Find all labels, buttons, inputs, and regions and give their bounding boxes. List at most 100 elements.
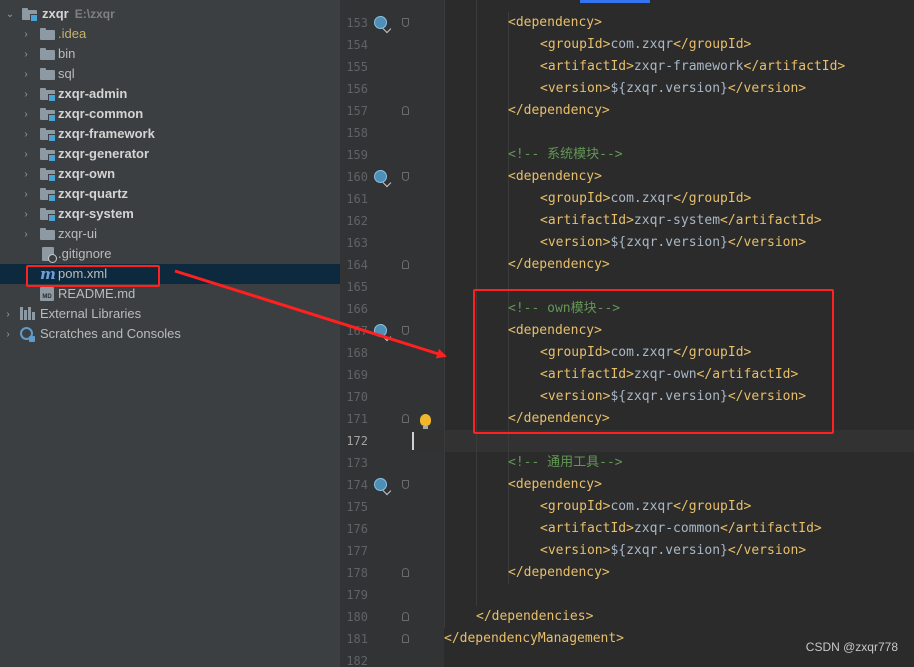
tree-item-zxqr-own[interactable]: › zxqr-own <box>0 164 340 184</box>
code-line[interactable]: <groupId>com.zxqr</groupId> <box>540 342 751 364</box>
xml-value: ${zxqr.version} <box>610 235 728 250</box>
code-line[interactable]: </dependency> <box>508 408 610 430</box>
intention-bulb-icon[interactable] <box>420 414 431 429</box>
project-panel: ⌄ zxqr E:\zxqr › .idea › bin › sql › zxqr-admin ›… <box>0 0 340 667</box>
xml-close-tag: </version> <box>727 543 807 558</box>
fold-open-icon[interactable] <box>402 480 409 489</box>
fold-open-icon[interactable] <box>402 172 409 181</box>
fold-close-icon[interactable] <box>402 634 409 643</box>
line-number: 173 <box>346 456 368 470</box>
navigate-dependency-icon[interactable] <box>374 16 387 29</box>
tree-item-zxqr-common[interactable]: › zxqr-common <box>0 104 340 124</box>
xml-value: zxqr-system <box>633 213 721 228</box>
chevron-right-icon[interactable]: › <box>20 44 32 64</box>
xml-close-tag: </version> <box>727 81 807 96</box>
tree-root[interactable]: ⌄ zxqr E:\zxqr <box>0 4 340 24</box>
tree-item-zxqr-system[interactable]: › zxqr-system <box>0 204 340 224</box>
tree-item-external-libraries[interactable]: › External Libraries <box>0 304 340 324</box>
navigate-dependency-icon[interactable] <box>374 324 387 337</box>
tree-item-sql[interactable]: › sql <box>0 64 340 84</box>
line-number: 165 <box>346 280 368 294</box>
module-folder-icon <box>40 207 56 222</box>
code-line[interactable]: <groupId>com.zxqr</groupId> <box>540 496 751 518</box>
tree-item-zxqr-generator[interactable]: › zxqr-generator <box>0 144 340 164</box>
code-line[interactable]: <version>${zxqr.version}</version> <box>540 232 806 254</box>
xml-comment: <!-- own模块--> <box>508 301 621 316</box>
code-line[interactable]: <version>${zxqr.version}</version> <box>540 78 806 100</box>
xml-tag: <dependency> <box>508 477 602 492</box>
maven-file-icon: m <box>40 265 56 283</box>
xml-close-tag: </groupId> <box>673 37 752 52</box>
chevron-down-icon[interactable]: ⌄ <box>4 4 16 24</box>
chevron-right-icon[interactable]: › <box>20 164 32 184</box>
chevron-right-icon[interactable]: › <box>20 184 32 204</box>
fold-close-icon[interactable] <box>402 612 409 621</box>
code-line[interactable]: <version>${zxqr.version}</version> <box>540 540 806 562</box>
tree-item-pom-xml[interactable]: m pom.xml <box>0 264 340 284</box>
tree-item-zxqr-quartz[interactable]: › zxqr-quartz <box>0 184 340 204</box>
tree-item-label: zxqr-quartz <box>58 186 129 201</box>
code-line[interactable]: <version>${zxqr.version}</version> <box>540 386 806 408</box>
fold-open-icon[interactable] <box>402 326 409 335</box>
code-line[interactable]: <artifactId>zxqr-common</artifactId> <box>540 518 822 540</box>
tree-item-readme-md[interactable]: MD README.md <box>0 284 340 304</box>
xml-value: ${zxqr.version} <box>610 389 728 404</box>
module-folder-icon <box>40 127 56 142</box>
xml-close-tag: </version> <box>727 235 807 250</box>
code-line[interactable]: </dependency> <box>508 100 610 122</box>
current-line-highlight <box>412 430 914 452</box>
chevron-right-icon[interactable]: › <box>20 84 32 104</box>
code-line[interactable]: </dependencies> <box>476 606 593 628</box>
tree-item-zxqr-admin[interactable]: › zxqr-admin <box>0 84 340 104</box>
chevron-right-icon[interactable]: › <box>2 304 14 324</box>
xml-open-tag: <groupId> <box>540 191 611 206</box>
code-line[interactable]: </dependencyManagement> <box>444 628 624 650</box>
chevron-right-icon[interactable]: › <box>20 224 32 244</box>
code-line[interactable]: <dependency> <box>508 166 602 188</box>
line-number: 172 <box>346 434 368 448</box>
xml-value: zxqr-common <box>633 521 721 536</box>
code-line[interactable]: </dependency> <box>508 254 610 276</box>
code-line[interactable]: <!-- 系统模块--> <box>508 144 623 166</box>
code-line[interactable]: <dependency> <box>508 12 602 34</box>
chevron-right-icon[interactable]: › <box>20 24 32 44</box>
tree-item-label: zxqr-generator <box>58 146 150 161</box>
code-line[interactable]: <artifactId>zxqr-framework</artifactId> <box>540 56 845 78</box>
fold-close-icon[interactable] <box>402 414 409 423</box>
tree-item-label: Scratches and Consoles <box>40 326 181 341</box>
tree-root-label: zxqr <box>42 6 69 21</box>
chevron-right-icon[interactable]: › <box>20 144 32 164</box>
fold-close-icon[interactable] <box>402 568 409 577</box>
code-line[interactable]: <dependency> <box>508 474 602 496</box>
code-line[interactable]: <dependency> <box>508 320 602 342</box>
xml-value: zxqr-own <box>633 367 697 382</box>
line-number: 167 <box>346 324 368 338</box>
chevron-right-icon[interactable]: › <box>20 64 32 84</box>
xml-value: ${zxqr.version} <box>610 81 728 96</box>
code-line[interactable]: </dependency> <box>508 562 610 584</box>
fold-close-icon[interactable] <box>402 106 409 115</box>
fold-close-icon[interactable] <box>402 260 409 269</box>
tree-item-zxqr-framework[interactable]: › zxqr-framework <box>0 124 340 144</box>
tree-item-zxqr-ui[interactable]: › zxqr-ui <box>0 224 340 244</box>
chevron-right-icon[interactable]: › <box>20 124 32 144</box>
tree-item-idea[interactable]: › .idea <box>0 24 340 44</box>
chevron-right-icon[interactable]: › <box>2 324 14 344</box>
code-line[interactable]: <groupId>com.zxqr</groupId> <box>540 188 751 210</box>
fold-open-icon[interactable] <box>402 18 409 27</box>
chevron-right-icon[interactable]: › <box>20 104 32 124</box>
tree-item-gitignore[interactable]: .gitignore <box>0 244 340 264</box>
navigate-dependency-icon[interactable] <box>374 170 387 183</box>
code-line[interactable]: <!-- own模块--> <box>508 298 620 320</box>
chevron-right-icon[interactable]: › <box>20 204 32 224</box>
navigate-dependency-icon[interactable] <box>374 478 387 491</box>
tree-item-bin[interactable]: › bin <box>0 44 340 64</box>
xml-open-tag: <artifactId> <box>540 59 634 74</box>
line-number: 182 <box>346 654 368 667</box>
code-line[interactable]: <!-- 通用工具--> <box>508 452 623 474</box>
line-number: 180 <box>346 610 368 624</box>
code-line[interactable]: <groupId>com.zxqr</groupId> <box>540 34 751 56</box>
code-line[interactable]: <artifactId>zxqr-own</artifactId> <box>540 364 798 386</box>
tree-item-scratches[interactable]: › Scratches and Consoles <box>0 324 340 344</box>
code-line[interactable]: <artifactId>zxqr-system</artifactId> <box>540 210 822 232</box>
